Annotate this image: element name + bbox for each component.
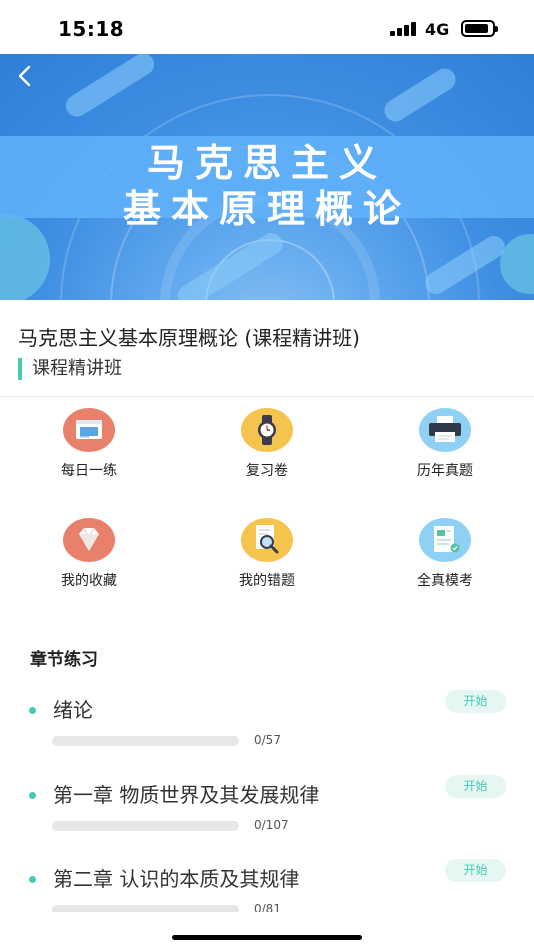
banner-decoration xyxy=(500,234,534,294)
grid-my-mistakes[interactable]: 我的错题 xyxy=(197,518,337,590)
chapter-name: 第二章 认识的本质及其规律 xyxy=(53,867,300,891)
bullet-dot xyxy=(29,792,36,799)
course-title: 马克思主义基本原理概论 (课程精讲班) xyxy=(18,326,360,350)
battery-icon xyxy=(461,20,498,37)
progress-bar xyxy=(52,736,239,746)
grid-daily-practice[interactable]: 每日一练 xyxy=(19,408,159,480)
grid-mock-exam[interactable]: 全真模考 xyxy=(375,518,515,590)
grid-label: 复习卷 xyxy=(246,463,288,479)
progress-bar xyxy=(52,821,239,831)
grid-label: 历年真题 xyxy=(417,463,473,479)
browser-window-icon xyxy=(63,408,115,452)
bullet-dot xyxy=(29,876,36,883)
exam-paper-icon xyxy=(419,518,471,562)
chapter-item[interactable]: 第二章 认识的本质及其规律 开始 0/81 xyxy=(0,859,534,912)
back-button[interactable] xyxy=(14,64,38,88)
grid-label: 每日一练 xyxy=(61,463,117,479)
magnifier-document-icon xyxy=(241,518,293,562)
cellular-signal-icon xyxy=(390,22,418,36)
chapter-name: 绪论 xyxy=(53,698,93,722)
status-time: 15:18 xyxy=(58,17,125,41)
grid-review-paper[interactable]: 复习卷 xyxy=(197,408,337,480)
grid-my-favorites[interactable]: 我的收藏 xyxy=(19,518,159,590)
grid-label: 我的错题 xyxy=(239,573,295,589)
battery-level xyxy=(465,24,488,33)
start-button[interactable]: 开始 xyxy=(445,775,506,798)
grid-past-exams[interactable]: 历年真题 xyxy=(375,408,515,480)
course-banner: 马克思主义 基本原理概论 xyxy=(0,54,534,300)
status-bar: 15:18 4G xyxy=(0,0,534,54)
grid-label: 全真模考 xyxy=(417,573,473,589)
printer-icon xyxy=(419,408,471,452)
start-button[interactable]: 开始 xyxy=(445,859,506,882)
section-title: 章节练习 xyxy=(30,650,98,670)
home-indicator xyxy=(172,935,362,940)
chapter-item[interactable]: 第一章 物质世界及其发展规律 开始 0/107 xyxy=(0,775,534,855)
progress-count: 0/107 xyxy=(254,818,289,832)
course-tag: 课程精讲班 xyxy=(18,358,122,380)
start-button[interactable]: 开始 xyxy=(445,690,506,713)
grid-label: 我的收藏 xyxy=(61,573,117,589)
banner-decoration xyxy=(380,64,460,126)
diamond-icon xyxy=(63,518,115,562)
chevron-left-icon xyxy=(18,65,31,87)
progress-bar xyxy=(52,905,239,912)
bullet-dot xyxy=(29,707,36,714)
banner-title-line2: 基本原理概论 xyxy=(122,187,411,231)
banner-decoration xyxy=(61,54,159,121)
progress-count: 0/81 xyxy=(254,902,281,912)
network-type: 4G xyxy=(425,20,450,39)
chapter-item[interactable]: 绪论 开始 0/57 xyxy=(0,690,534,770)
divider xyxy=(0,396,534,397)
watch-icon xyxy=(241,408,293,452)
progress-count: 0/57 xyxy=(254,733,281,747)
chapter-name: 第一章 物质世界及其发展规律 xyxy=(53,783,320,807)
